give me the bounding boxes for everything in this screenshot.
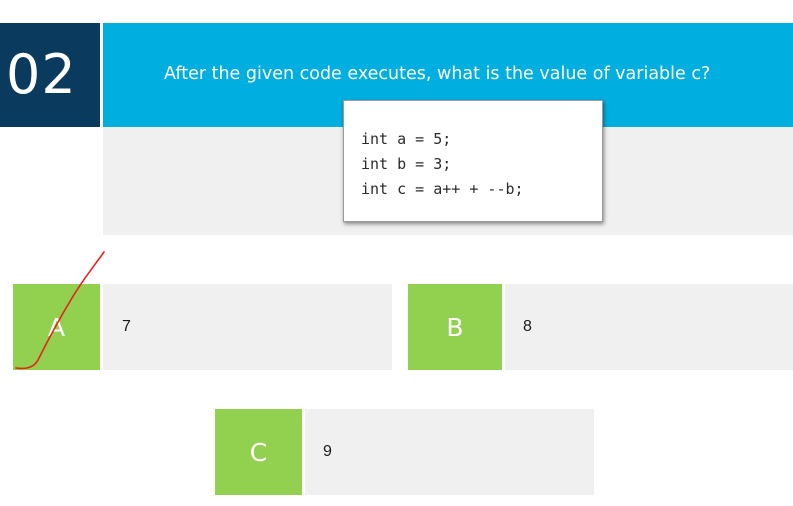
- code-snippet: int a = 5; int b = 3; int c = a++ + --b;: [361, 130, 524, 198]
- option-b-answer[interactable]: 8: [505, 284, 793, 370]
- question-number: 02: [0, 23, 100, 127]
- option-c-letter[interactable]: C: [215, 409, 302, 495]
- option-a-answer[interactable]: 7: [103, 284, 392, 370]
- code-snippet-box: int a = 5; int b = 3; int c = a++ + --b;: [343, 100, 603, 222]
- question-text: After the given code executes, what is t…: [164, 64, 711, 84]
- option-c-answer[interactable]: 9: [305, 409, 594, 495]
- option-a-letter[interactable]: A: [13, 284, 100, 370]
- option-b-letter[interactable]: B: [408, 284, 502, 370]
